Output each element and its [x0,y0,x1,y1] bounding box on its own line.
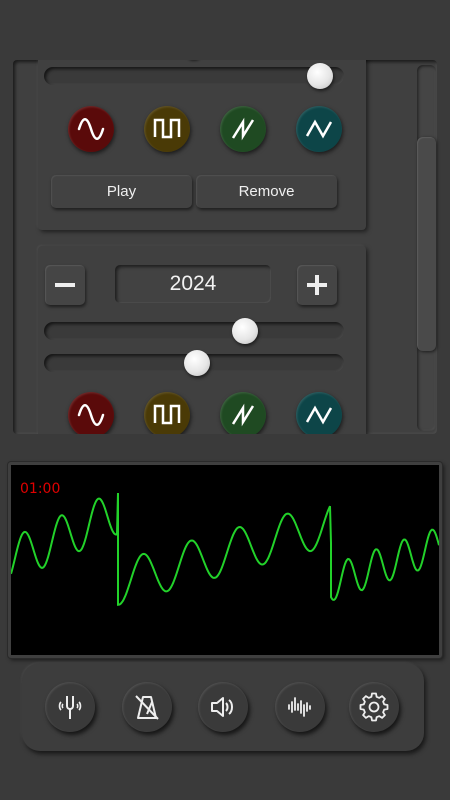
slider-1[interactable] [44,318,344,344]
sawtooth-wave-icon [231,403,255,427]
settings-button[interactable] [349,682,399,732]
frequency-slider[interactable] [44,63,344,89]
slider-1-knob[interactable] [232,318,258,344]
slider-2[interactable] [44,350,344,376]
sine-wave-icon [77,404,105,426]
sine-wave-icon [77,118,105,140]
tuner-button[interactable] [45,682,95,732]
triangle-wave-icon [305,405,333,425]
sound-wave-icon [288,697,311,717]
triangle-wave-icon [305,119,333,139]
year-value[interactable]: 2024 [115,265,271,303]
generators-panel: Play Remove 2024 [13,60,437,434]
sawtooth-wave-button[interactable] [220,392,266,434]
triangle-wave-button[interactable] [296,106,342,152]
oscilloscope-display: 01:00 [8,462,442,658]
generator-card-1: Play Remove [38,60,366,230]
sine-wave-button[interactable] [68,392,114,434]
scrollbar-thumb[interactable] [417,137,436,351]
sound-button[interactable] [198,682,248,732]
minus-icon [55,283,75,287]
square-wave-icon [153,404,181,425]
plus-icon [307,275,327,295]
speaker-icon [211,697,233,717]
slider-knob[interactable] [307,63,333,89]
generator-card-2: 2024 [38,246,366,434]
slider-2-knob[interactable] [184,350,210,376]
settings-gear-icon [359,692,389,722]
scrollbar-track[interactable] [417,65,436,431]
increment-button[interactable] [297,265,337,305]
waveform-trace [11,492,439,606]
sawtooth-wave-button[interactable] [220,106,266,152]
sawtooth-wave-icon [231,117,255,141]
square-wave-button[interactable] [144,106,190,152]
decrement-button[interactable] [45,265,85,305]
waveform-button[interactable] [275,682,325,732]
metronome-button[interactable] [122,682,172,732]
remove-button[interactable]: Remove [196,175,337,208]
waveform-line [11,492,439,606]
metronome-muted-icon [135,695,159,720]
sine-wave-button[interactable] [68,106,114,152]
play-button[interactable]: Play [51,175,192,208]
tuning-fork-icon [58,696,82,719]
square-wave-icon [153,118,181,139]
square-wave-button[interactable] [144,392,190,434]
triangle-wave-button[interactable] [296,392,342,434]
bottom-toolbar [22,663,424,751]
